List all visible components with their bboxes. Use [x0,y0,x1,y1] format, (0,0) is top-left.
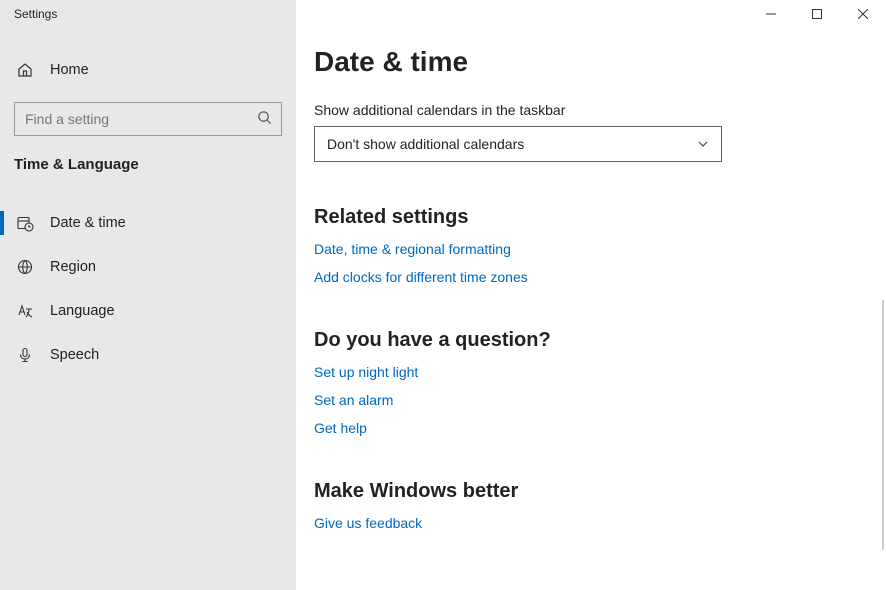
nav-item-date-time[interactable]: Date & time [0,201,296,245]
link-night-light[interactable]: Set up night light [314,364,886,380]
search-box [14,102,282,136]
globe-icon [16,259,34,275]
nav-label: Date & time [50,215,126,231]
search-icon [257,110,272,125]
calendar-section-label: Show additional calendars in the taskbar [314,102,886,118]
nav-item-speech[interactable]: Speech [0,333,296,377]
nav-label: Speech [50,347,99,363]
language-icon [16,303,34,320]
home-nav[interactable]: Home [0,48,296,92]
better-heading: Make Windows better [314,480,886,503]
nav-label: Region [50,259,96,275]
sidebar: Settings Home Time & Language [0,0,296,590]
window-controls [748,0,886,28]
calendar-clock-icon [16,215,34,232]
link-date-time-regional-formatting[interactable]: Date, time & regional formatting [314,241,886,257]
main-pane: Date & time Show additional calendars in… [296,0,886,590]
page-title: Date & time [314,46,886,78]
nav-item-language[interactable]: Language [0,289,296,333]
link-set-alarm[interactable]: Set an alarm [314,392,886,408]
minimize-button[interactable] [748,0,794,28]
home-label: Home [50,62,89,78]
microphone-icon [16,347,34,363]
additional-calendars-dropdown[interactable]: Don't show additional calendars [314,126,722,162]
link-get-help[interactable]: Get help [314,420,886,436]
nav-item-region[interactable]: Region [0,245,296,289]
search-input[interactable] [14,102,282,136]
dropdown-value: Don't show additional calendars [327,136,524,152]
home-icon [16,62,34,78]
maximize-button[interactable] [794,0,840,28]
chevron-down-icon [697,138,709,150]
link-add-clocks[interactable]: Add clocks for different time zones [314,269,886,285]
question-heading: Do you have a question? [314,329,886,352]
nav-label: Language [50,303,115,319]
link-give-feedback[interactable]: Give us feedback [314,515,886,531]
scrollbar[interactable] [882,300,884,550]
related-settings-heading: Related settings [314,206,886,229]
close-button[interactable] [840,0,886,28]
nav-list: Date & time Region Language [0,201,296,377]
category-heading: Time & Language [14,156,296,173]
window-title: Settings [0,0,296,28]
